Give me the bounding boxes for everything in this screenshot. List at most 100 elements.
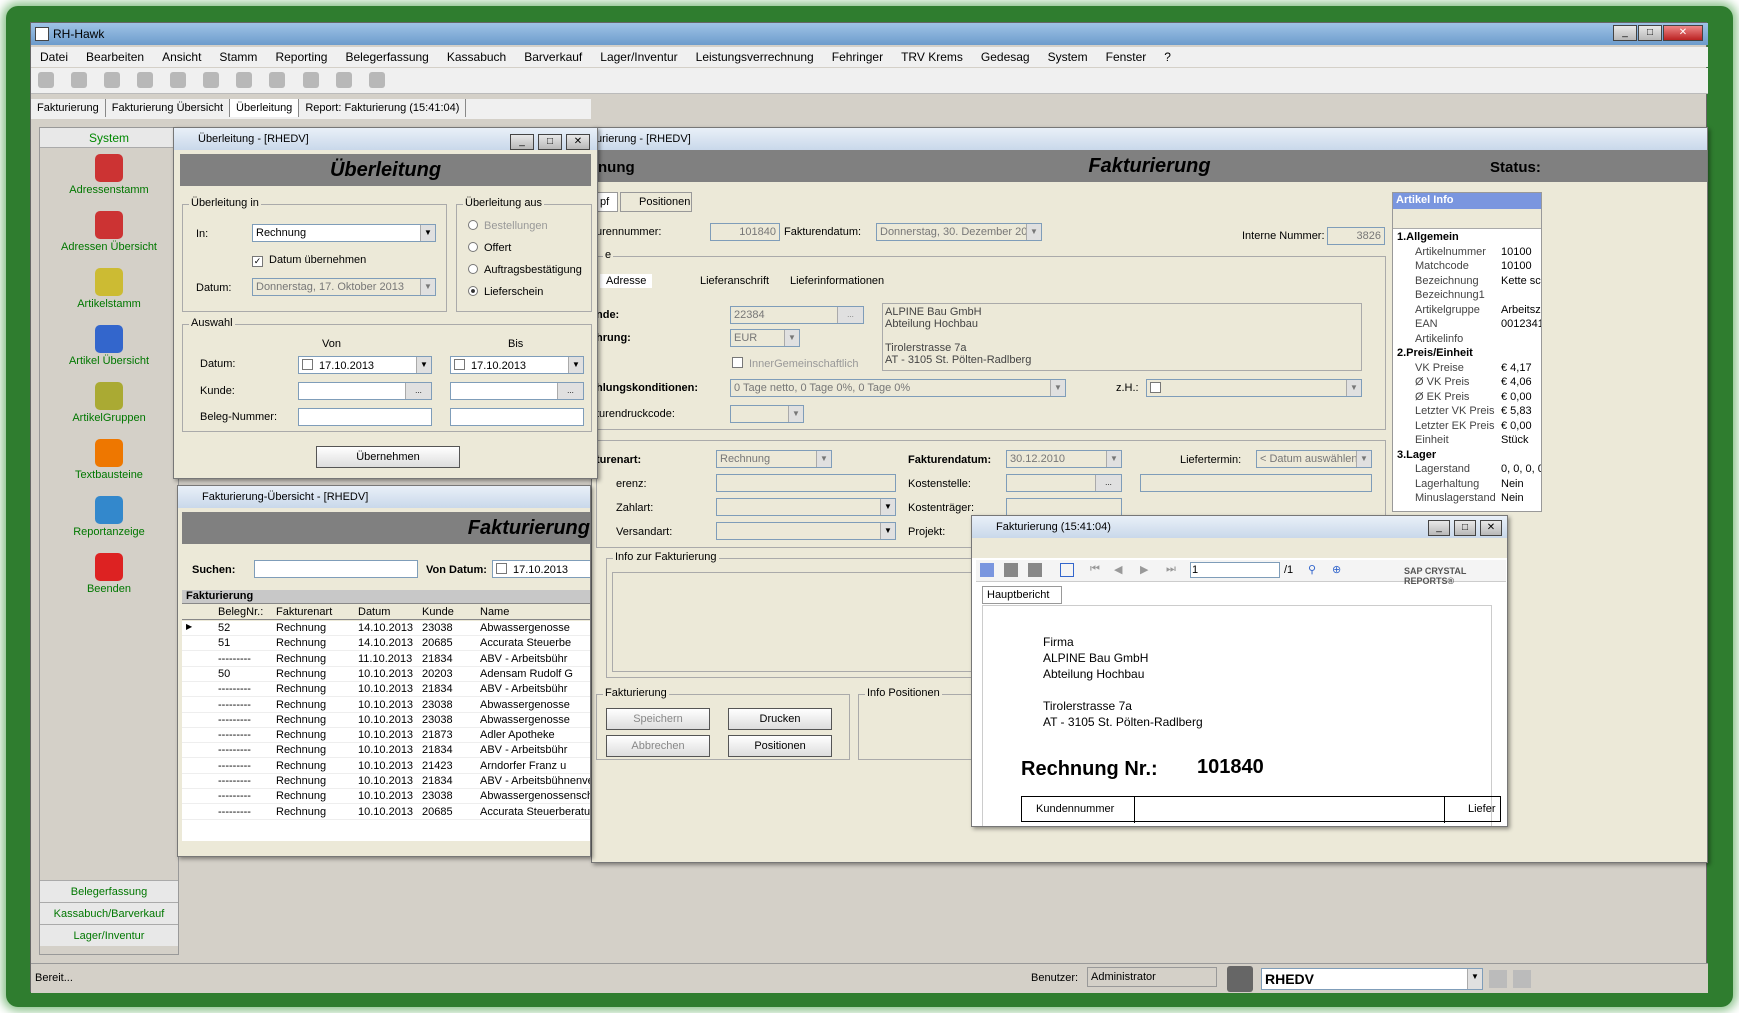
table-row[interactable]: --------- Rechnung 10.10.2013 23038 Abwasser… xyxy=(182,713,590,728)
export-icon[interactable] xyxy=(980,563,994,577)
beleg-bis-field[interactable] xyxy=(450,408,584,426)
fakturennummer-field[interactable]: 101840 xyxy=(710,223,780,241)
ueb-maximize[interactable]: □ xyxy=(538,134,562,150)
table-row[interactable]: --------- Rechnung 10.10.2013 21834 ABV - Ar… xyxy=(182,774,590,789)
menu-item-13[interactable]: System xyxy=(1039,47,1097,64)
positionen-button[interactable]: Positionen xyxy=(728,735,832,757)
chevron-down-icon[interactable]: ▼ xyxy=(816,451,831,467)
menu-item-7[interactable]: Barverkauf xyxy=(515,47,591,64)
radio-button[interactable] xyxy=(468,264,478,274)
table-row[interactable]: ▶ 52 Rechnung 14.10.2013 23038 Abwassergenoss… xyxy=(182,621,590,636)
prev-page-icon[interactable]: ◀ xyxy=(1114,563,1122,576)
kunde-lookup-button[interactable]: ... xyxy=(837,307,863,323)
table-row[interactable]: --------- Rechnung 10.10.2013 21423 Arndorfe… xyxy=(182,759,590,774)
menu-item-2[interactable]: Ansicht xyxy=(153,47,210,64)
abbrechen-button[interactable]: Abbrechen xyxy=(606,735,710,757)
maximize-button[interactable]: □ xyxy=(1638,25,1662,41)
print-icon[interactable] xyxy=(1004,563,1018,577)
first-page-icon[interactable]: ⏮ xyxy=(1090,563,1100,576)
in-select[interactable]: Rechnung ▼ xyxy=(252,224,436,242)
ueb-minimize[interactable]: _ xyxy=(510,134,534,150)
print-icon[interactable] xyxy=(236,72,253,88)
menu-item-9[interactable]: Leistungsverrechnung xyxy=(687,47,823,64)
inner-check[interactable]: InnerGemeinschaftlich xyxy=(732,357,858,370)
datum-bis-field[interactable]: 17.10.2013 ▼ xyxy=(450,356,584,374)
druckcode-field[interactable]: ▼ xyxy=(730,405,804,423)
subtab-lieferanschrift[interactable]: Lieferanschrift xyxy=(680,274,775,288)
sidebar-item-7[interactable]: Beenden xyxy=(40,553,178,604)
zahlart-field[interactable]: ▼ xyxy=(716,498,896,516)
datum-field[interactable]: Donnerstag, 17. Oktober 2013 ▼ xyxy=(252,278,436,296)
col-datum[interactable]: Datum xyxy=(358,606,390,618)
exit-icon[interactable] xyxy=(1513,970,1531,988)
table-row[interactable]: --------- Rechnung 10.10.2013 21834 ABV - Ar… xyxy=(182,743,590,759)
table-row[interactable]: 51 Rechnung 14.10.2013 20685 Accurata Steuer… xyxy=(182,636,590,652)
kostenstelle-lookup[interactable]: ... xyxy=(1095,475,1121,491)
radio-0[interactable]: Bestellungen xyxy=(468,220,582,242)
preview-icon[interactable] xyxy=(269,72,286,88)
menu-item-1[interactable]: Bearbeiten xyxy=(77,47,153,64)
radio-button[interactable] xyxy=(468,242,478,252)
fakturendatum2-field[interactable]: 30.12.2010 ▼ xyxy=(1006,450,1122,468)
waehrung-field[interactable]: EUR ▼ xyxy=(730,329,800,347)
table-row[interactable]: 50 Rechnung 10.10.2013 20203 Adensam Rudolf … xyxy=(182,667,590,682)
doc-tab-0[interactable]: Fakturierung xyxy=(31,99,106,117)
zh-checkbox[interactable] xyxy=(1150,382,1161,393)
table-row[interactable]: --------- Rechnung 10.10.2013 21873 Adler Ap… xyxy=(182,728,590,744)
col-belegnr[interactable]: BelegNr.: xyxy=(218,606,263,618)
radio-button[interactable] xyxy=(468,220,478,230)
sidebar-bottom-belegerfassung[interactable]: Belegerfassung xyxy=(40,880,178,902)
datum-von-field[interactable]: 17.10.2013 ▼ xyxy=(298,356,432,374)
table-row[interactable]: --------- Rechnung 10.10.2013 23038 Abwasser… xyxy=(182,698,590,713)
menu-item-8[interactable]: Lager/Inventur xyxy=(591,47,686,64)
kunde-von-lookup[interactable]: ... xyxy=(405,383,431,399)
copy-icon[interactable] xyxy=(1028,563,1042,577)
versandart-field[interactable]: ▼ xyxy=(716,522,896,540)
cut-icon[interactable] xyxy=(302,72,319,88)
sidebar-header[interactable]: System xyxy=(40,128,178,148)
menu-item-4[interactable]: Reporting xyxy=(266,47,336,64)
menu-item-11[interactable]: TRV Krems xyxy=(892,47,972,64)
paste-icon[interactable] xyxy=(368,72,385,88)
chevron-down-icon[interactable]: ▼ xyxy=(416,357,431,373)
menu-item-12[interactable]: Gedesag xyxy=(972,47,1039,64)
menu-item-0[interactable]: Datei xyxy=(31,47,77,64)
menu-item-10[interactable]: Fehringer xyxy=(823,47,892,64)
datum-bis-checkbox[interactable] xyxy=(454,359,465,370)
save-icon[interactable] xyxy=(104,72,121,88)
binoculars-icon[interactable]: ⚲ xyxy=(1308,563,1316,576)
sidebar-bottom-lager[interactable]: Lager/Inventur xyxy=(40,924,178,946)
chevron-down-icon[interactable]: ▼ xyxy=(1346,380,1361,396)
doc-tab-3[interactable]: Report: Fakturierung (15:41:04) xyxy=(299,99,467,117)
database-select[interactable]: RHEDV ▼ xyxy=(1261,968,1483,990)
rep-minimize[interactable]: _ xyxy=(1428,520,1450,536)
table-row[interactable]: --------- Rechnung 10.10.2013 23038 Abwasser… xyxy=(182,789,590,805)
artikel-category[interactable]: 2.Preis/Einheit xyxy=(1397,347,1473,359)
datum-uebernehmen[interactable]: ✓ Datum übernehmen xyxy=(252,254,366,267)
sidebar-item-6[interactable]: Reportanzeige xyxy=(40,496,178,547)
tab-positionen[interactable]: Positionen xyxy=(620,192,692,212)
doc-tab-1[interactable]: Fakturierung Übersicht xyxy=(106,99,231,117)
zoom-icon[interactable]: ⊕ xyxy=(1332,563,1341,576)
fakturendatum-field[interactable]: Donnerstag, 30. Dezember 2010 ▼ xyxy=(876,223,1042,241)
radio-1[interactable]: Offert xyxy=(468,242,582,264)
table-row[interactable]: --------- Rechnung 11.10.2013 21834 ABV - Ar… xyxy=(182,652,590,667)
radio-3[interactable]: Lieferschein xyxy=(468,286,582,308)
info-textarea[interactable] xyxy=(612,572,1002,672)
menu-item-3[interactable]: Stamm xyxy=(210,47,266,64)
artikel-category[interactable]: 1.Allgemein xyxy=(1397,231,1459,243)
chevron-down-icon[interactable]: ▼ xyxy=(568,357,583,373)
col-fakturenart[interactable]: Fakturenart xyxy=(276,606,332,618)
chevron-down-icon[interactable]: ▼ xyxy=(1467,969,1482,989)
col-kunde[interactable]: Kunde xyxy=(422,606,454,618)
chevron-down-icon[interactable]: ▼ xyxy=(880,499,895,515)
kunde-bis-lookup[interactable]: ... xyxy=(557,383,583,399)
sidebar-item-3[interactable]: Artikel Übersicht xyxy=(40,325,178,376)
next-page-icon[interactable]: ▶ xyxy=(1140,563,1148,576)
table-row[interactable]: --------- Rechnung 10.10.2013 20685 Accurata… xyxy=(182,805,590,820)
kunde-bis-field[interactable]: ... xyxy=(450,382,584,400)
doc-tab-2[interactable]: Überleitung xyxy=(230,99,300,117)
radio-2[interactable]: Auftragsbestätigung xyxy=(468,264,582,286)
close-button[interactable]: ✕ xyxy=(1663,25,1703,41)
interne-nummer-field[interactable]: 3826 xyxy=(1327,227,1385,245)
